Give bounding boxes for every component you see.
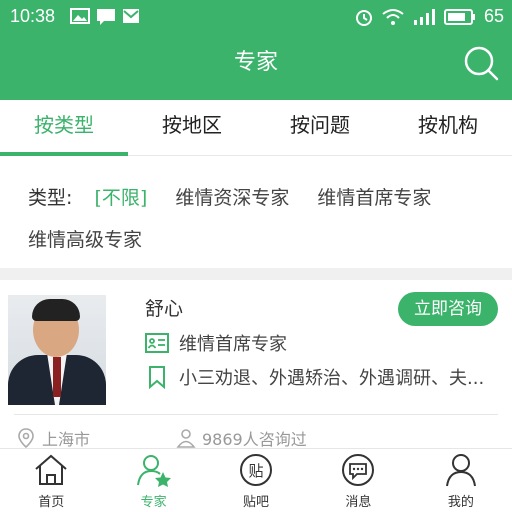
home-icon xyxy=(35,454,67,485)
status-time: 10:38 xyxy=(10,6,56,26)
id-card-icon xyxy=(145,333,169,353)
nav-forum-label: 贴吧 xyxy=(243,495,270,510)
tab-by-institution[interactable]: 按机构 xyxy=(384,100,512,155)
battery-level: 65 xyxy=(483,6,504,26)
message-icon xyxy=(97,9,115,25)
app-header: 10:38 65 专家 xyxy=(0,0,512,100)
expert-consult-count: 9869人咨询过 xyxy=(176,426,307,450)
category-tabs: 按类型 按地区 按问题 按机构 xyxy=(0,100,512,156)
expert-avatar xyxy=(8,295,106,405)
chat-bubble-icon xyxy=(342,454,375,486)
consult-now-button[interactable]: 立即咨询 xyxy=(398,292,498,326)
battery-icon xyxy=(443,8,475,25)
nav-home[interactable]: 首页 xyxy=(0,449,102,512)
nav-messages[interactable]: 消息 xyxy=(307,449,409,512)
image-icon xyxy=(70,8,90,24)
location-pin-icon xyxy=(18,428,34,448)
tab-by-type[interactable]: 按类型 xyxy=(0,100,128,156)
nav-profile-label: 我的 xyxy=(447,495,474,510)
person-icon xyxy=(176,429,196,448)
forum-icon: 贴 xyxy=(240,454,273,486)
expert-title-row: 维情首席专家 xyxy=(145,330,287,356)
nav-forum[interactable]: 贴 贴吧 xyxy=(205,449,307,512)
expert-star-icon xyxy=(136,455,171,487)
wifi-icon xyxy=(382,8,404,25)
location-text: 上海市 xyxy=(42,430,91,449)
expert-name: 舒心 xyxy=(145,298,184,320)
nav-profile[interactable]: 我的 xyxy=(410,449,512,512)
signal-icon xyxy=(413,8,435,25)
filter-label: 类型: xyxy=(28,187,73,209)
page-title: 专家 xyxy=(233,50,278,75)
tab-by-region[interactable]: 按地区 xyxy=(128,100,256,155)
filter-option-advanced[interactable]: 维情高级专家 xyxy=(28,219,142,261)
expert-location: 上海市 xyxy=(16,426,90,450)
svg-text:贴: 贴 xyxy=(249,462,264,480)
expert-card[interactable]: 舒心 立即咨询 维情首席专家 小三劝退、外遇矫治、外遇调研、夫... 上海市 9… xyxy=(0,280,512,450)
nav-experts-label: 专家 xyxy=(140,495,167,510)
search-icon[interactable] xyxy=(462,44,500,82)
mail-icon xyxy=(123,9,139,23)
nav-home-label: 首页 xyxy=(38,495,65,510)
tab-by-problem[interactable]: 按问题 xyxy=(256,100,384,155)
expert-specialties: 小三劝退、外遇矫治、外遇调研、夫... xyxy=(179,368,485,389)
expert-title: 维情首席专家 xyxy=(179,334,287,355)
nav-experts[interactable]: 专家 xyxy=(102,449,204,512)
status-bar: 10:38 65 xyxy=(0,0,512,36)
bookmark-icon xyxy=(149,366,165,389)
nav-messages-label: 消息 xyxy=(345,495,372,510)
alarm-icon xyxy=(355,9,372,26)
expert-specialty-row: 小三劝退、外遇矫治、外遇调研、夫... xyxy=(145,364,495,390)
type-filter: 类型: [不限] 维情资深专家 维情首席专家 维情高级专家 xyxy=(0,157,512,267)
user-icon xyxy=(445,454,476,487)
filter-option-unlimited[interactable]: [不限] xyxy=(94,177,147,219)
consult-count-text: 9869人咨询过 xyxy=(202,430,307,449)
notification-icons xyxy=(70,8,140,26)
section-divider xyxy=(0,268,512,280)
bottom-navigation: 首页 专家 贴 贴吧 消息 我的 xyxy=(0,448,512,512)
filter-option-senior[interactable]: 维情资深专家 xyxy=(175,177,289,219)
status-right: 65 xyxy=(354,6,504,27)
filter-option-chief[interactable]: 维情首席专家 xyxy=(317,177,431,219)
card-divider xyxy=(14,414,498,415)
